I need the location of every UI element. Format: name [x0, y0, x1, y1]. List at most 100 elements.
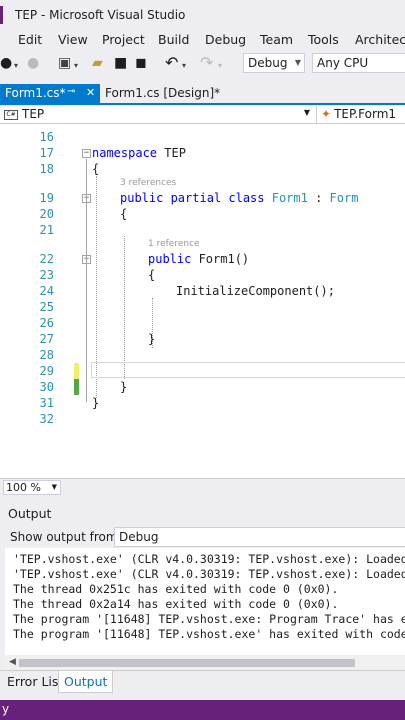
output-line: The thread 0x2a14 has exited with code 0…: [13, 597, 339, 611]
base-class-name: Form: [329, 191, 359, 205]
tab-output[interactable]: Output: [58, 671, 114, 693]
csharp-project-icon: C#: [4, 109, 18, 120]
solution-config-combo[interactable]: Debug ▼: [243, 53, 305, 73]
horizontal-scrollbar[interactable]: ◀: [5, 655, 405, 671]
line-number: 27: [39, 332, 54, 346]
line-number: 23: [39, 268, 54, 282]
member-nav-combo[interactable]: ✦ TEP.Form1: [316, 106, 405, 123]
output-line: 'TEP.vshost.exe' (CLR v4.0.30319: TEP.vs…: [13, 567, 405, 581]
codelens-references[interactable]: 3 references: [120, 178, 176, 188]
keyword-public: public: [148, 252, 192, 266]
output-source-value: Debug: [119, 530, 159, 544]
output-text-area[interactable]: 'TEP.vshost.exe' (CLR v4.0.30319: TEP.vs…: [5, 548, 405, 656]
output-line: The program '[11648] TEP.vshost.exe' has…: [13, 627, 405, 641]
class-colon: :: [307, 191, 330, 205]
document-tab-strip: Form1.cs* ⊸ ✕ Form1.cs [Design]*: [0, 84, 405, 105]
line-number: 28: [39, 348, 54, 362]
save-all-icon[interactable]: ◼: [135, 55, 147, 71]
forward-icon[interactable]: ●: [27, 55, 39, 71]
output-panel: Output Show output from: Debug 'TEP.vsho…: [0, 503, 405, 671]
output-line: The program '[11648] TEP.vshost.exe: Pro…: [13, 612, 405, 626]
platform-value: Any CPU: [317, 56, 369, 70]
menu-debug[interactable]: Debug: [205, 32, 246, 47]
line-number: 20: [39, 207, 54, 221]
project-nav-value: TEP: [22, 107, 45, 121]
menu-project[interactable]: Project: [102, 32, 145, 47]
menu-tools[interactable]: Tools: [308, 32, 339, 47]
unsaved-change-marker: [74, 363, 79, 379]
status-bar: y: [0, 700, 405, 720]
code-brace: }: [148, 332, 156, 346]
line-number: 21: [39, 223, 54, 237]
back-dropdown-icon[interactable]: ▾: [14, 58, 18, 74]
platform-combo[interactable]: Any CPU: [312, 53, 405, 73]
code-brace: }: [120, 380, 128, 394]
editor-footer: 100 % ▼: [0, 478, 405, 496]
code-brace: {: [148, 268, 156, 282]
redo-icon[interactable]: ↷: [200, 55, 213, 71]
line-number: 17: [39, 146, 54, 160]
menu-view[interactable]: View: [58, 32, 88, 47]
new-project-icon[interactable]: ▣: [58, 55, 71, 71]
code-brace: {: [92, 162, 100, 176]
tool-window-tabs: Error List Output: [0, 670, 405, 694]
class-icon: ✦: [321, 107, 332, 121]
new-dropdown-icon[interactable]: ▾: [74, 58, 78, 74]
close-icon[interactable]: ✕: [86, 86, 95, 99]
redo-dropdown-icon[interactable]: ▾: [218, 58, 222, 74]
line-number: 19: [39, 191, 54, 205]
class-name: Form1: [271, 191, 308, 205]
code-editor[interactable]: ~~~~ ~ ~~~~~~~~~~~~~~~~~~~~~~ 16 17 18 1…: [0, 124, 405, 478]
title-bar: TEP - Microsoft Visual Studio: [0, 0, 405, 30]
back-icon[interactable]: ●: [0, 55, 12, 71]
menu-build[interactable]: Build: [158, 32, 189, 47]
output-source-combo[interactable]: Debug: [114, 527, 405, 547]
menu-bar: Edit View Project Build Debug Team Tools…: [0, 30, 405, 50]
tab-label: Form1.cs*: [5, 86, 66, 100]
partial-hidden-line: ~~~~ ~ ~~~~~~~~~~~~~~~~~~~~~~: [92, 124, 316, 129]
menu-architecture[interactable]: Architectu: [355, 32, 405, 47]
codelens-references[interactable]: 1 reference: [148, 239, 200, 249]
fold-line: [86, 159, 87, 402]
tab-form1-cs[interactable]: Form1.cs* ⊸ ✕: [0, 84, 100, 103]
line-number: 31: [39, 396, 54, 410]
tab-form1-design[interactable]: Form1.cs [Design]*: [100, 84, 220, 103]
line-number: 16: [39, 130, 54, 144]
project-nav-combo[interactable]: C# TEP ▼: [4, 106, 312, 123]
pin-icon[interactable]: ⊸: [67, 86, 75, 97]
solution-config-value: Debug: [248, 56, 288, 70]
window-title: TEP - Microsoft Visual Studio: [15, 8, 186, 22]
line-number: 25: [39, 300, 54, 314]
line-number: 30: [39, 380, 54, 394]
save-icon[interactable]: ■: [114, 55, 127, 71]
scroll-left-icon[interactable]: ◀: [9, 657, 16, 667]
open-file-icon[interactable]: ▰: [92, 55, 103, 71]
show-output-from-label: Show output from:: [10, 530, 122, 544]
undo-dropdown-icon[interactable]: ▾: [182, 58, 186, 74]
zoom-value: 100 %: [6, 481, 41, 494]
standard-toolbar: ● ▾ ● ▣ ▾ ▰ ■ ◼ ↶ ▾ ↷ ▾ Debug ▼ Any CPU: [0, 50, 405, 76]
status-text: y: [2, 702, 10, 716]
keyword-public-partial-class: public partial class: [120, 191, 265, 205]
chevron-down-icon: ▼: [303, 108, 310, 117]
undo-icon[interactable]: ↶: [165, 55, 178, 71]
vs-logo-icon: [0, 6, 3, 24]
collapse-namespace-icon[interactable]: −: [82, 149, 91, 158]
navigation-bar: C# TEP ▼ ✦ TEP.Form1: [0, 106, 405, 124]
line-number: 29: [39, 364, 54, 378]
menu-team[interactable]: Team: [260, 32, 293, 47]
saved-change-marker: [74, 379, 79, 395]
line-number: 32: [39, 412, 54, 426]
code-line-namespace: namespace TEP: [92, 146, 186, 160]
code-line-class: public partial class Form1 : Form: [120, 191, 358, 205]
output-line: 'TEP.vshost.exe' (CLR v4.0.30319: TEP.vs…: [13, 552, 405, 566]
namespace-name: TEP: [157, 146, 186, 160]
line-number: 24: [39, 284, 54, 298]
current-line-highlight: [91, 362, 405, 378]
code-line-init: InitializeComponent();: [176, 284, 335, 298]
scrollbar-thumb[interactable]: [19, 659, 355, 667]
code-brace: {: [120, 207, 128, 221]
chevron-down-icon: ▼: [51, 483, 57, 491]
menu-edit[interactable]: Edit: [18, 32, 42, 47]
zoom-combo[interactable]: 100 % ▼: [3, 480, 61, 495]
